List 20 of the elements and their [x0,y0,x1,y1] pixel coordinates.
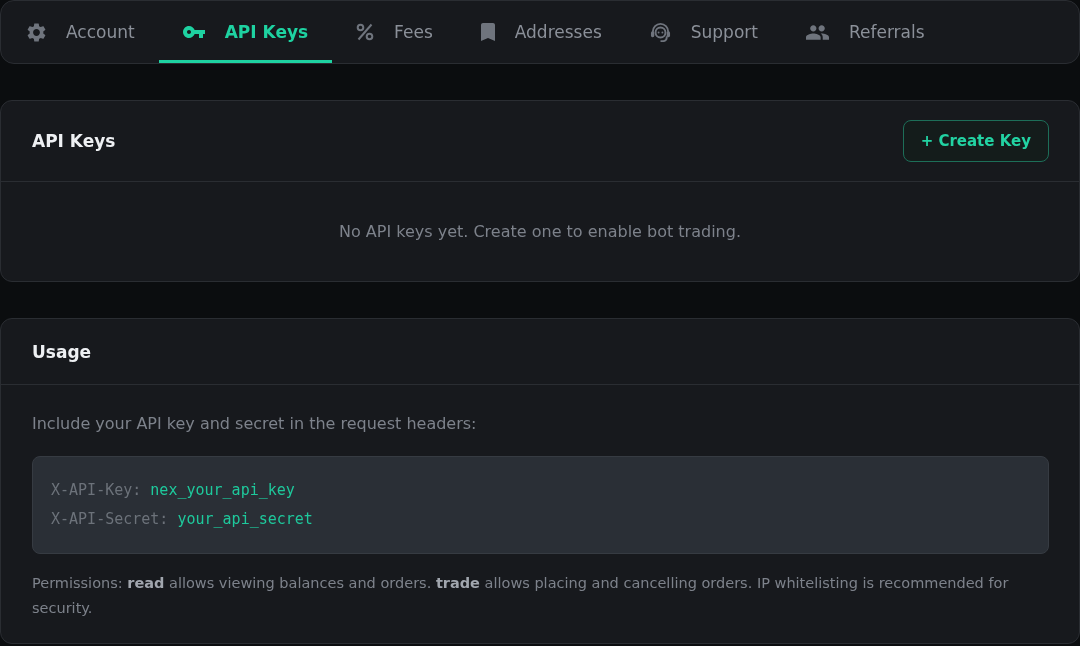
tab[interactable]: Fees [332,1,457,63]
headset-icon [649,21,671,43]
tab[interactable]: Addresses [456,1,626,63]
percent-icon [356,23,375,41]
bookmark-icon [480,23,495,41]
card-title: API Keys [32,130,116,153]
tab[interactable]: Account [3,1,159,63]
people-icon [805,24,829,40]
empty-message: No API keys yet. Create one to enable bot trading. [339,222,741,241]
permissions-note: Permissions: read allows viewing balances and orders. trade allows placing and cancelling orders. IP whitelisting is recommended for security. [32,574,1010,618]
code-line: X-API-Key: nex_your_api_key [51,480,296,501]
usage-intro: Include your API key and secret in the request headers: [32,413,478,435]
gear-icon [27,22,46,42]
tab[interactable]: Referrals [781,1,949,63]
tab[interactable]: API Keys [158,1,333,63]
create-key-button[interactable]: + Create Key [902,120,1049,162]
tab[interactable]: Support [625,1,782,63]
card-title: Usage [32,341,92,364]
code-line: X-API-Secret: your_api_secret [51,509,314,530]
key-icon [182,26,205,38]
